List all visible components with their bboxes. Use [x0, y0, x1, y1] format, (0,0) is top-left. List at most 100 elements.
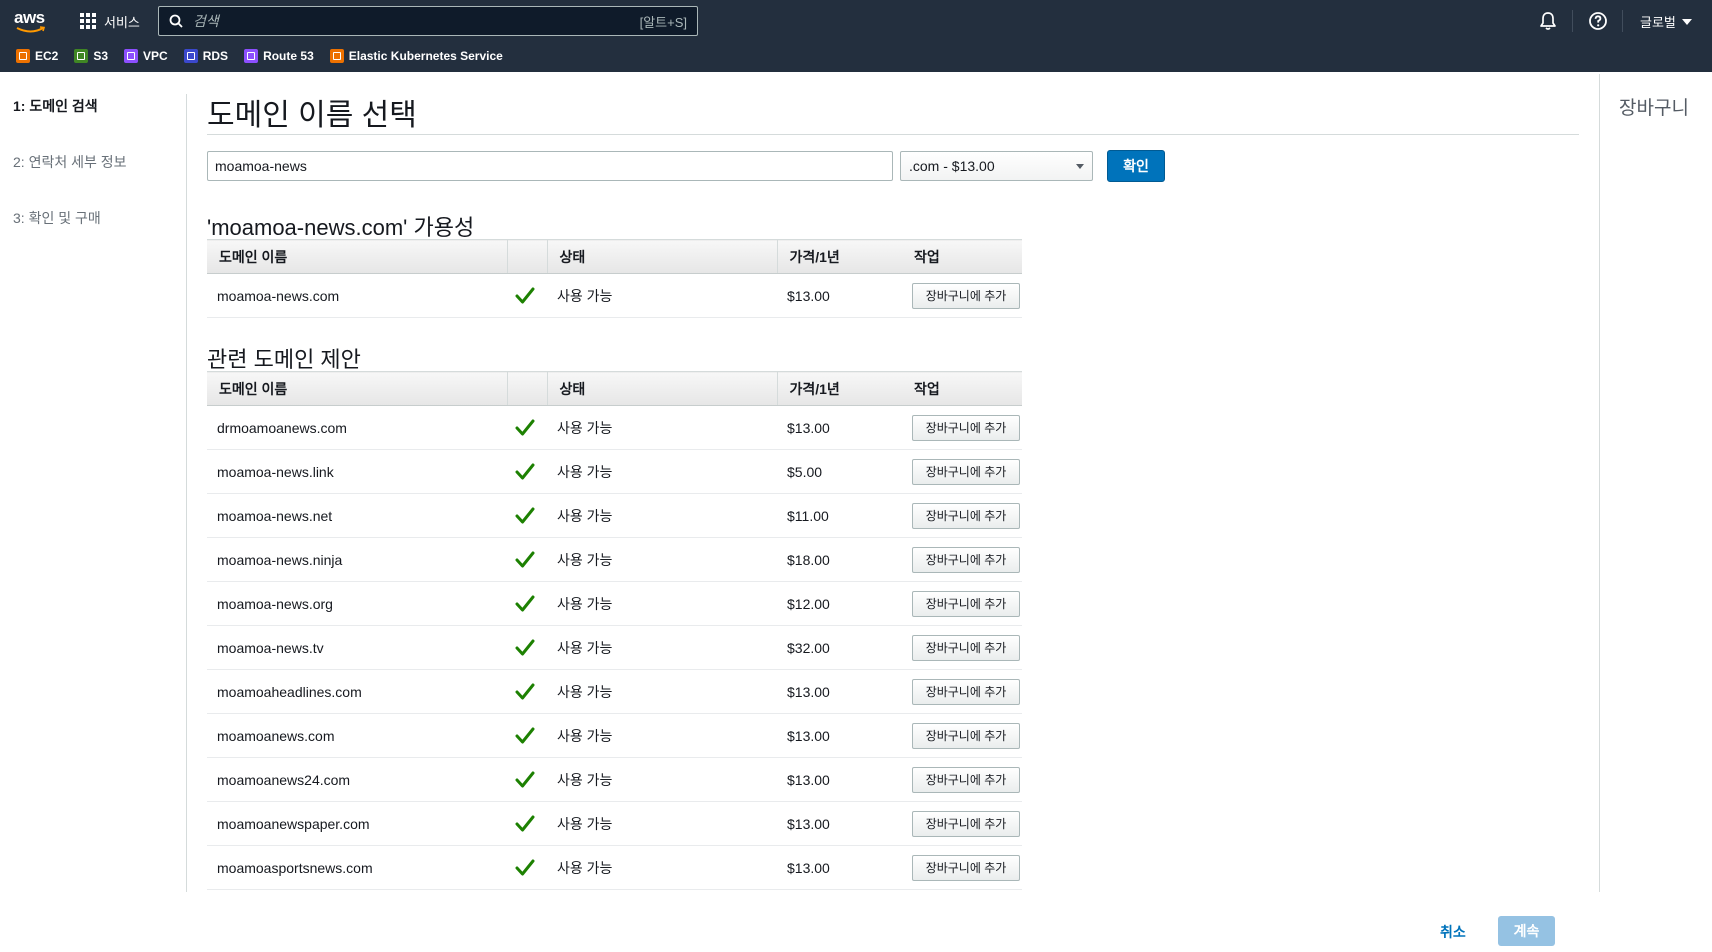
action-cell: 장바구니에 추가 — [902, 537, 1022, 582]
step-search-domain[interactable]: 1: 도메인 검색 — [13, 96, 98, 116]
check-cell — [507, 449, 547, 494]
ec2-icon — [16, 49, 30, 63]
action-cell: 장바구니에 추가 — [902, 801, 1022, 846]
table-row: moamoa-news.tv 사용 가능 $32.00 장바구니에 추가 — [207, 625, 1022, 670]
domain-cell: moamoanews.com — [207, 713, 507, 758]
action-cell: 장바구니에 추가 — [902, 405, 1022, 450]
aws-logo-text: aws — [14, 8, 45, 27]
add-to-cart-button[interactable]: 장바구니에 추가 — [912, 414, 1020, 441]
availability-table: 도메인 이름 상태 가격/1년 작업 moamoa-news.com 사용 가능… — [207, 239, 1022, 318]
price-cell: $32.00 — [777, 625, 902, 670]
add-to-cart-button[interactable]: 장바구니에 추가 — [912, 590, 1020, 617]
domain-cell: moamoa-news.ninja — [207, 537, 507, 582]
aws-logo[interactable]: aws — [14, 8, 54, 34]
action-cell: 장바구니에 추가 — [902, 625, 1022, 670]
suggestions-title: 관련 도메인 제안 — [207, 347, 361, 372]
domain-name-input[interactable] — [207, 151, 893, 181]
vpc-icon — [124, 49, 139, 63]
domain-cell: moamoa-news.tv — [207, 625, 507, 670]
cart-title: 장바구니 — [1619, 98, 1689, 119]
check-cell — [507, 493, 547, 538]
domain-cell: moamoanews24.com — [207, 757, 507, 802]
favorite-route53[interactable]: Route 53 — [244, 49, 314, 63]
price-cell: $13.00 — [777, 273, 902, 318]
col-status: 상태 — [547, 371, 778, 406]
add-to-cart-button[interactable]: 장바구니에 추가 — [912, 766, 1020, 793]
col-price: 가격/1년 — [777, 239, 902, 274]
title-divider — [207, 134, 1579, 135]
domain-cell: drmoamoanews.com — [207, 405, 507, 450]
services-menu-button[interactable]: 서비스 — [80, 10, 140, 32]
add-to-cart-button[interactable]: 장바구니에 추가 — [912, 502, 1020, 529]
available-check-icon — [515, 639, 535, 655]
status-cell: 사용 가능 — [547, 273, 777, 318]
add-to-cart-button[interactable]: 장바구니에 추가 — [912, 546, 1020, 573]
notifications-bell-icon[interactable] — [1538, 11, 1558, 31]
price-cell: $13.00 — [777, 757, 902, 802]
region-selector[interactable]: 글로벌 — [1640, 12, 1692, 31]
available-check-icon — [515, 287, 535, 303]
favorite-ec2[interactable]: EC2 — [16, 49, 58, 63]
check-cell — [507, 801, 547, 846]
global-search[interactable]: [알트+S] — [158, 6, 698, 36]
check-cell — [507, 537, 547, 582]
favorite-rds[interactable]: RDS — [183, 49, 228, 63]
table-row: moamoa-news.ninja 사용 가능 $18.00 장바구니에 추가 — [207, 537, 1022, 582]
available-check-icon — [515, 551, 535, 567]
check-cell — [507, 669, 547, 714]
price-cell: $13.00 — [777, 801, 902, 846]
check-cell — [507, 845, 547, 890]
cancel-button[interactable]: 취소 — [1440, 922, 1466, 942]
action-cell: 장바구니에 추가 — [902, 845, 1022, 890]
add-to-cart-button[interactable]: 장바구니에 추가 — [912, 282, 1020, 309]
check-cell — [507, 273, 547, 318]
table-row: moamoa-news.org 사용 가능 $12.00 장바구니에 추가 — [207, 581, 1022, 626]
status-cell: 사용 가능 — [547, 625, 777, 670]
status-cell: 사용 가능 — [547, 845, 777, 890]
check-cell — [507, 757, 547, 802]
search-icon — [169, 14, 183, 28]
add-to-cart-button[interactable]: 장바구니에 추가 — [912, 678, 1020, 705]
action-cell: 장바구니에 추가 — [902, 581, 1022, 626]
add-to-cart-button[interactable]: 장바구니에 추가 — [912, 854, 1020, 881]
action-cell: 장바구니에 추가 — [902, 449, 1022, 494]
nav-main-row: aws 서비스 [알트+S] — [0, 0, 1712, 41]
status-cell: 사용 가능 — [547, 801, 777, 846]
action-cell: 장바구니에 추가 — [902, 493, 1022, 538]
status-cell: 사용 가능 — [547, 493, 777, 538]
col-price: 가격/1년 — [777, 371, 902, 406]
action-cell: 장바구니에 추가 — [902, 713, 1022, 758]
help-icon[interactable] — [1588, 11, 1608, 31]
favorite-label: S3 — [93, 49, 109, 63]
add-to-cart-button[interactable]: 장바구니에 추가 — [912, 810, 1020, 837]
col-indicator — [507, 371, 548, 406]
continue-button[interactable]: 계속 — [1498, 916, 1555, 946]
wizard-steps: 1: 도메인 검색 2: 연락처 세부 정보 3: 확인 및 구매 — [0, 72, 186, 892]
table-row: moamoa-news.link 사용 가능 $5.00 장바구니에 추가 — [207, 449, 1022, 494]
check-button[interactable]: 확인 — [1107, 150, 1165, 182]
favorite-eks[interactable]: Elastic Kubernetes Service — [329, 49, 503, 63]
step-review-purchase: 3: 확인 및 구매 — [13, 210, 101, 226]
status-cell: 사용 가능 — [547, 669, 777, 714]
check-cell — [507, 581, 547, 626]
favorite-s3[interactable]: S3 — [74, 49, 108, 63]
nav-divider — [1572, 10, 1573, 32]
add-to-cart-button[interactable]: 장바구니에 추가 — [912, 634, 1020, 661]
page-title: 도메인 이름 선택 — [207, 99, 417, 132]
tld-select[interactable]: .com - $13.00 — [900, 151, 1093, 181]
favorites-bar: EC2 S3 VPC RDS Route 53 Elastic Kubernet… — [0, 44, 503, 68]
step-contact-details: 2: 연락처 세부 정보 — [13, 154, 127, 170]
col-domain-name: 도메인 이름 — [207, 239, 508, 274]
favorite-label: Elastic Kubernetes Service — [348, 49, 503, 63]
price-cell: $18.00 — [777, 537, 902, 582]
dropdown-arrow-icon — [1076, 164, 1084, 169]
add-to-cart-button[interactable]: 장바구니에 추가 — [912, 458, 1020, 485]
col-domain-name: 도메인 이름 — [207, 371, 508, 406]
status-cell: 사용 가능 — [547, 757, 777, 802]
s3-icon — [74, 49, 89, 63]
price-cell: $13.00 — [777, 713, 902, 758]
search-input[interactable] — [193, 7, 640, 35]
top-navigation: aws 서비스 [알트+S] — [0, 0, 1712, 72]
favorite-vpc[interactable]: VPC — [124, 49, 168, 63]
add-to-cart-button[interactable]: 장바구니에 추가 — [912, 722, 1020, 749]
